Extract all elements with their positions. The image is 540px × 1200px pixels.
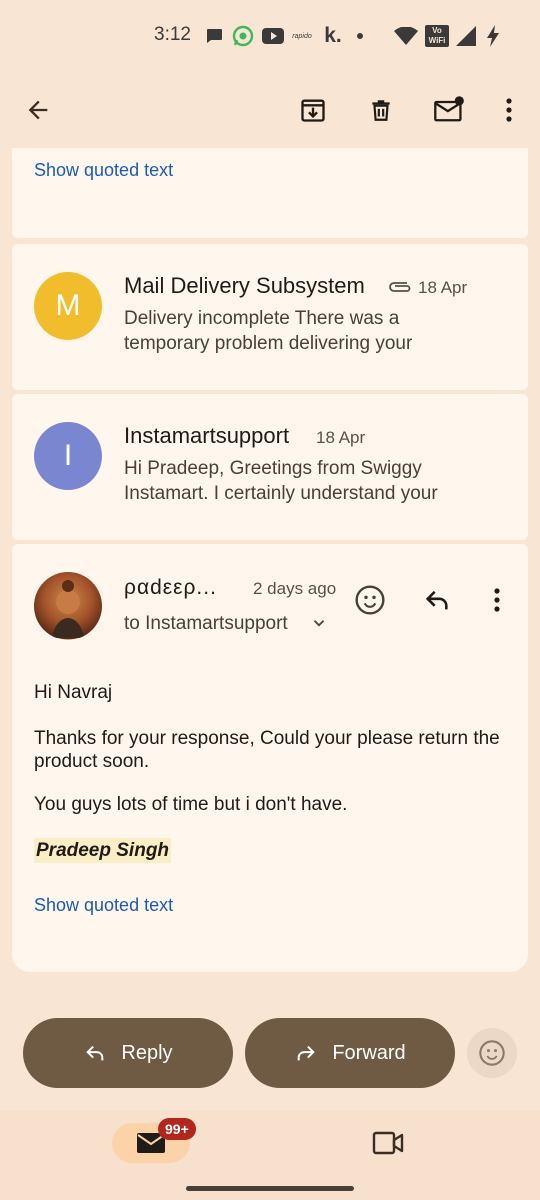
email-paragraph: Thanks for your response, Could your ple… [34,728,500,772]
reply-button[interactable]: Reply [23,1018,233,1088]
meet-video-icon[interactable] [372,1130,404,1161]
more-vert-icon[interactable] [483,84,535,136]
recipient-line[interactable]: to Instamartsupport [124,613,288,635]
attachment-icon [387,280,413,299]
reply-icon [86,1045,104,1061]
show-quoted-text-link[interactable]: Show quoted text [34,160,173,181]
previous-message-card: Show quoted text [12,148,528,238]
mark-unread-icon[interactable] [423,84,475,136]
forward-icon [297,1045,316,1061]
forward-label: Forward [332,1041,406,1064]
archive-icon[interactable] [287,84,339,136]
chevron-down-icon[interactable] [310,614,328,637]
vowifi-label: Vo WiFi [425,25,449,47]
message-snippet: Hi Pradeep, Greetings from Swiggy Instam… [124,458,438,504]
rapido-icon: rapido [292,32,312,40]
message-more-icon[interactable] [494,588,500,617]
youtube-icon [261,24,285,48]
whatsapp-icon [232,24,254,48]
emoji-icon [479,1040,505,1066]
sender-name: Instamartsupport [124,423,290,448]
show-quoted-text-link[interactable]: Show quoted text [34,895,173,916]
signal-icon [455,24,477,48]
gesture-handle[interactable] [186,1186,354,1191]
forward-button[interactable]: Forward [245,1018,455,1088]
avatar-letter: M [55,289,81,322]
bottom-navigation: 99+ [0,1110,540,1200]
sender-name: ραdεερ... [124,576,217,599]
email-signature: Pradeep Singh [34,838,172,863]
emoji-button[interactable] [467,1028,517,1078]
back-arrow-icon[interactable] [12,84,64,136]
sender-avatar-image[interactable] [34,572,102,640]
message-date: 18 Apr [418,278,468,297]
reply-icon[interactable] [422,586,452,619]
message-date: 18 Apr [316,428,366,447]
message-icon [203,24,225,48]
sender-name: Mail Delivery Subsystem [124,273,365,298]
collapsed-message-2[interactable]: I Instamartsupport 18 Apr Hi Pradeep, Gr… [12,394,528,540]
k-app-icon: k. [324,24,342,47]
emoji-reaction-icon[interactable] [354,584,386,621]
wifi-icon [394,24,418,48]
charging-icon [484,24,502,48]
avatar: I [34,422,102,490]
unread-count-badge: 99+ [158,1118,196,1140]
message-time: 2 days ago [253,579,337,598]
delete-icon[interactable] [355,84,407,136]
avatar: M [34,272,102,340]
collapsed-message-1[interactable]: M Mail Delivery Subsystem 18 Apr Deliver… [12,244,528,390]
dot-icon [355,24,365,48]
vowifi-icon: Vo WiFi [424,24,450,48]
reply-label: Reply [121,1041,173,1064]
email-greeting: Hi Navraj [34,682,113,703]
top-app-bar [0,72,540,148]
avatar-letter: I [63,439,73,472]
status-time: 3:12 [154,24,191,45]
message-snippet: Delivery incomplete There was a temporar… [124,308,413,354]
status-bar: 3:12 rapido k. Vo WiFi [0,0,540,72]
email-paragraph: You guys lots of time but i don't have. [34,794,348,815]
